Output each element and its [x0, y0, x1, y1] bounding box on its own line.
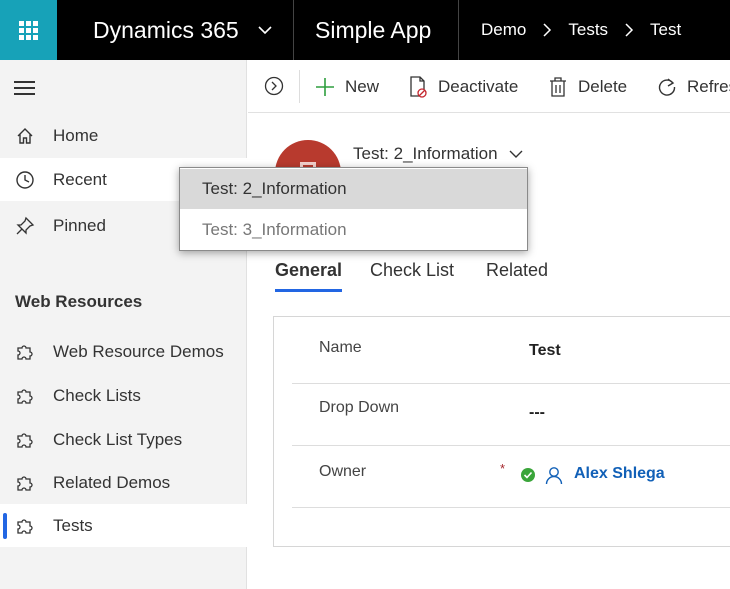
expand-icon[interactable]: [264, 76, 284, 96]
field-value-drop-down[interactable]: ---: [529, 404, 545, 422]
tab-general[interactable]: General: [275, 260, 343, 292]
checkmark-circle-icon: [521, 468, 535, 482]
command-divider: [299, 70, 300, 103]
refresh-icon: [656, 76, 678, 98]
clock-icon: [14, 169, 36, 191]
user-icon: [544, 465, 564, 485]
sidebar-item-check-lists[interactable]: Check Lists: [0, 374, 247, 417]
form-option-2-information[interactable]: Test: 2_Information: [180, 169, 527, 209]
sidebar-item-check-list-types[interactable]: Check List Types: [0, 418, 247, 461]
chevron-right-icon: [543, 23, 552, 37]
puzzle-icon: [14, 341, 36, 363]
form-option-3-information[interactable]: Test: 3_Information: [180, 210, 527, 250]
breadcrumb: Demo Tests Test: [459, 0, 681, 60]
sidebar: Home Recent Pinned Web Resources Web Res…: [0, 60, 247, 589]
active-indicator: [3, 513, 7, 539]
deactivate-icon: [407, 75, 429, 98]
breadcrumb-demo[interactable]: Demo: [481, 20, 526, 40]
chevron-right-icon: [625, 23, 634, 37]
product-name: Dynamics 365: [93, 16, 239, 43]
general-section-card: Name Test Drop Down --- Owner * Alex Shl…: [273, 316, 730, 547]
command-bar: New Deactivate Delete Refresh: [248, 60, 730, 113]
field-row-drop-down: Drop Down ---: [292, 384, 730, 446]
app-launcher-button[interactable]: [0, 0, 57, 60]
puzzle-icon: [14, 385, 36, 407]
plus-icon: [314, 76, 336, 98]
required-asterisk: *: [500, 461, 506, 476]
waffle-icon: [19, 20, 38, 40]
form-selector[interactable]: Test: 2_Information: [353, 144, 524, 164]
trash-icon: [547, 76, 569, 98]
tab-active-underline: [275, 289, 343, 292]
field-label-drop-down: Drop Down: [319, 399, 400, 416]
field-divider: [292, 507, 730, 508]
form-selector-dropdown: Test: 2_Information Test: 3_Information: [179, 167, 528, 251]
breadcrumb-tests[interactable]: Tests: [568, 20, 608, 40]
field-label-owner: Owner: [319, 463, 367, 480]
deactivate-button[interactable]: Deactivate: [407, 60, 518, 113]
puzzle-icon: [14, 515, 36, 537]
sidebar-item-web-resource-demos[interactable]: Web Resource Demos: [0, 330, 247, 373]
field-value-name[interactable]: Test: [529, 342, 561, 360]
top-bar: Dynamics 365 Simple App Demo Tests Test: [0, 0, 730, 60]
puzzle-icon: [14, 429, 36, 451]
tab-check-list[interactable]: Check List: [370, 260, 454, 292]
tab-related[interactable]: Related: [486, 260, 548, 292]
home-icon: [14, 125, 36, 147]
sidebar-section-title: Web Resources: [15, 292, 143, 311]
sidebar-item-related-demos[interactable]: Related Demos: [0, 461, 247, 504]
chevron-down-icon: [509, 150, 523, 158]
sidebar-item-tests[interactable]: Tests: [0, 504, 247, 547]
field-label-name: Name: [319, 339, 362, 356]
puzzle-icon: [14, 472, 36, 494]
field-row-owner: Owner * Alex Shlega: [292, 446, 730, 508]
owner-link[interactable]: Alex Shlega: [574, 465, 665, 483]
field-row-name: Name Test: [292, 322, 730, 384]
breadcrumb-test[interactable]: Test: [650, 20, 681, 40]
new-button[interactable]: New: [314, 60, 379, 113]
delete-button[interactable]: Delete: [547, 60, 627, 113]
pin-icon: [14, 215, 36, 237]
form-selector-label: Test: 2_Information: [353, 144, 498, 163]
app-name[interactable]: Simple App: [294, 0, 459, 60]
chevron-down-icon: [258, 26, 272, 35]
hamburger-menu-icon[interactable]: [14, 81, 35, 96]
refresh-button[interactable]: Refresh: [656, 60, 730, 113]
product-switcher[interactable]: Dynamics 365: [57, 0, 294, 60]
sidebar-item-home[interactable]: Home: [0, 114, 247, 157]
